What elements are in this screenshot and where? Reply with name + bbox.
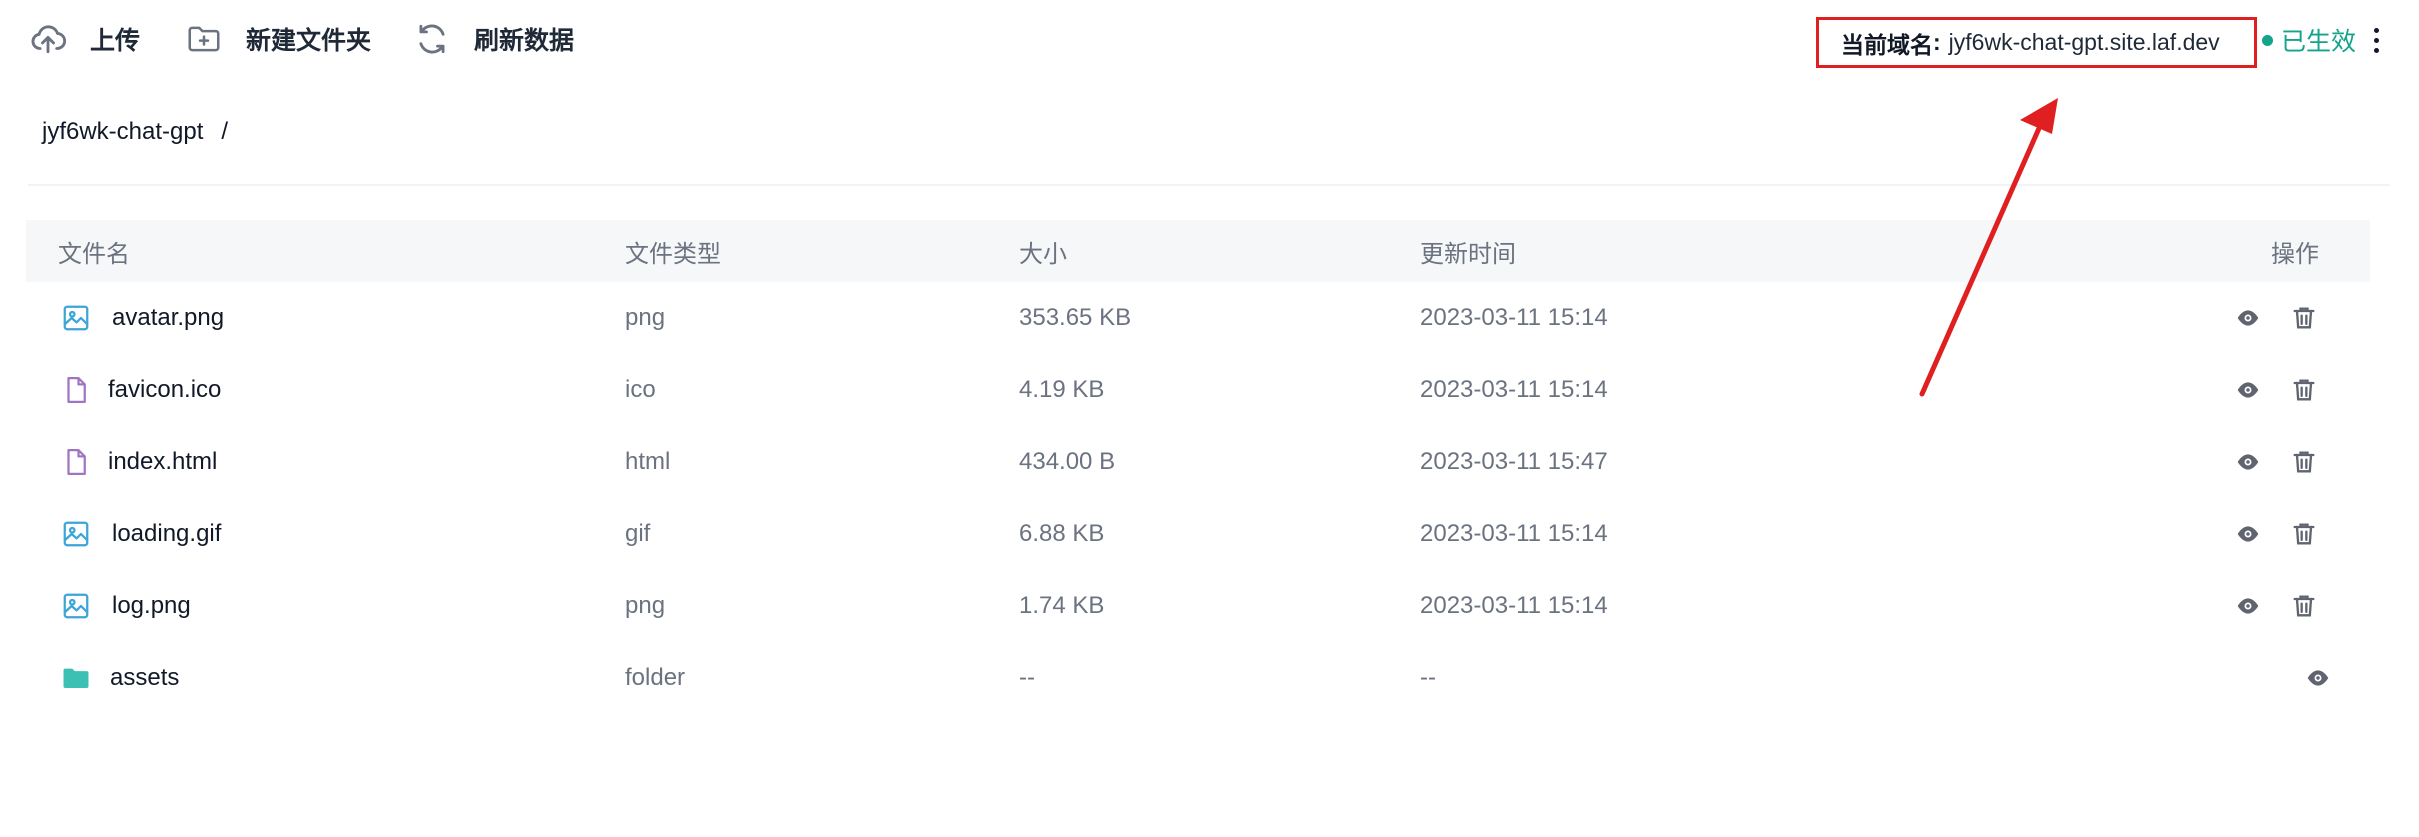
eye-icon[interactable] [2232,374,2264,406]
file-name: avatar.png [112,304,225,331]
image-file-icon [58,516,94,552]
trash-icon[interactable] [2288,446,2320,478]
eye-icon[interactable] [2232,590,2264,622]
status-dot-icon [2262,34,2273,46]
more-dot-icon [2373,47,2379,53]
folder-name-link[interactable]: assets [58,660,179,696]
trash-icon[interactable] [2288,374,2320,406]
file-size: 6.88 KB [1019,520,1105,547]
file-time: 2023-03-11 15:14 [1420,304,1608,331]
refresh-icon [412,19,452,59]
new-folder-button[interactable]: 新建文件夹 [184,14,371,64]
toolbar: 上传 新建文件夹 刷新数据 当前域名 : jyf6wk-chat-gpt.sit… [0,0,2419,78]
trash-icon[interactable] [2288,302,2320,334]
table-row[interactable]: favicon.ico ico 4.19 KB 2023-03-11 15:14 [26,354,2370,426]
domain-separator: : [1933,29,1941,55]
eye-icon[interactable] [2232,518,2264,550]
domain-status: 已生效 [2262,20,2356,60]
table-row[interactable]: index.html html 434.00 B 2023-03-11 15:4… [26,426,2370,498]
refresh-button[interactable]: 刷新数据 [412,14,574,64]
refresh-label: 刷新数据 [474,27,575,55]
new-folder-label: 新建文件夹 [246,27,372,55]
current-domain-box: 当前域名 : jyf6wk-chat-gpt.site.laf.dev [1816,17,2257,68]
domain-status-text: 已生效 [2281,28,2357,56]
eye-icon[interactable] [2232,302,2264,334]
storage-page: 上传 新建文件夹 刷新数据 当前域名 : jyf6wk-chat-gpt.sit… [0,0,2419,837]
file-time: 2023-03-11 15:47 [1420,448,1608,475]
file-name-link[interactable]: log.png [58,588,191,624]
upload-label: 上传 [90,27,141,55]
table-row[interactable]: avatar.png png 353.65 KB 2023-03-11 15:1… [26,282,2370,354]
trash-icon[interactable] [2288,590,2320,622]
table-row[interactable]: log.png png 1.74 KB 2023-03-11 15:14 [26,570,2370,642]
more-menu-button[interactable] [2366,22,2386,58]
domain-label: 当前域名 [1841,31,1933,58]
file-name-link[interactable]: avatar.png [58,300,224,336]
divider [28,184,2390,186]
file-size: 353.65 KB [1019,304,1132,331]
image-file-icon [58,588,94,624]
file-name-link[interactable]: index.html [58,444,217,480]
more-dot-icon [2373,37,2379,43]
file-time: -- [1420,664,1436,691]
document-file-icon [58,372,94,408]
folder-icon [58,660,94,696]
document-file-icon [58,444,94,480]
file-size: 1.74 KB [1019,592,1105,619]
file-type: gif [625,520,651,547]
header-type: 文件类型 [625,240,721,268]
file-name-link[interactable]: favicon.ico [58,372,221,408]
file-type: ico [625,376,656,403]
file-size: 434.00 B [1019,448,1116,475]
file-name: assets [110,664,180,691]
file-table: 文件名 文件类型 大小 更新时间 操作 avatar.png png 353.6… [26,220,2370,714]
header-name: 文件名 [58,240,130,268]
upload-button[interactable]: 上传 [28,14,140,64]
file-name: index.html [108,448,218,475]
domain-value[interactable]: jyf6wk-chat-gpt.site.laf.dev [1949,29,2220,56]
eye-icon[interactable] [2232,446,2264,478]
table-row[interactable]: loading.gif gif 6.88 KB 2023-03-11 15:14 [26,498,2370,570]
file-type: html [625,448,671,475]
breadcrumb-bucket[interactable]: jyf6wk-chat-gpt [42,118,203,146]
more-dot-icon [2373,27,2379,33]
file-name-link[interactable]: loading.gif [58,516,221,552]
image-file-icon [58,300,94,336]
trash-icon[interactable] [2288,518,2320,550]
file-size: -- [1019,664,1035,691]
eye-icon[interactable] [2302,662,2334,694]
header-time: 更新时间 [1420,240,1516,268]
file-type: png [625,304,666,331]
header-size: 大小 [1019,240,1067,268]
breadcrumb-separator: / [221,118,229,145]
file-name: log.png [112,592,191,619]
file-name: favicon.ico [108,376,222,403]
file-time: 2023-03-11 15:14 [1420,592,1608,619]
file-type: png [625,592,666,619]
file-time: 2023-03-11 15:14 [1420,520,1608,547]
header-ops: 操作 [2271,240,2319,268]
table-row[interactable]: assets folder -- -- [26,642,2370,714]
breadcrumb: jyf6wk-chat-gpt / [42,118,228,146]
file-size: 4.19 KB [1019,376,1105,403]
folder-plus-icon [184,19,224,59]
file-name: loading.gif [112,520,222,547]
file-type: folder [625,664,686,691]
file-time: 2023-03-11 15:14 [1420,376,1608,403]
table-header: 文件名 文件类型 大小 更新时间 操作 [26,220,2370,282]
cloud-upload-icon [28,19,68,59]
